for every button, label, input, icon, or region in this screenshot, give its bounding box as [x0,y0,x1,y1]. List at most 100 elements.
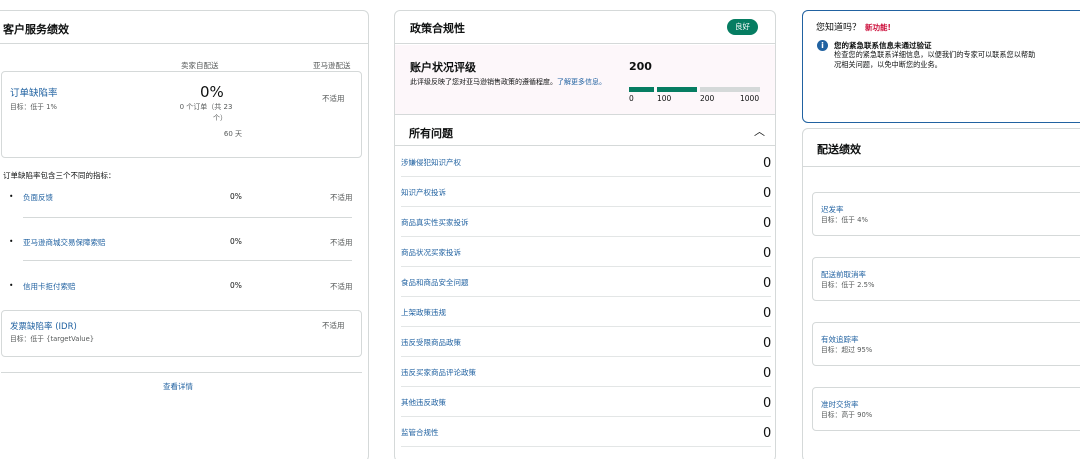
customer-service-title: 客户服务绩效 [0,11,368,44]
col-header-seller: 卖家自配送 [181,61,219,70]
issue-count: 0 [763,216,772,231]
odr-subcard: 订单缺陷率 目标：低于 1% 0% 0 个订单（共 23 个） 60 天 不适用 [1,71,362,158]
issue-link[interactable]: 涉嫌侵犯知识产权 [401,157,461,168]
issue-row: 食品和商品安全问题 0 [401,267,771,297]
shipping-metric-target: 目标：低于 2.5% [821,281,875,289]
ahr-tick-label: 1000 [740,94,760,103]
status-badge: 良好 [727,19,758,35]
idr-amazon: 不适用 [322,321,345,330]
metric-link[interactable]: 负面反馈 [23,192,53,203]
all-issues-header[interactable]: 所有问题 ︿ [395,116,775,146]
issue-count: 0 [763,156,772,171]
policy-title: 政策合规性 [410,22,465,35]
metric-value: 0% [230,192,242,201]
issue-row: 涉嫌侵犯知识产权 0 [401,147,771,177]
odr-days: 60 天 [223,130,242,138]
bullet: • [9,281,14,290]
metric-amazon: 不适用 [330,238,353,247]
ahr-desc-text: 此评级反映了您对亚马逊销售政策的遵循程度。 [410,78,557,86]
ahr-tick-label: 100 [657,94,672,103]
metric-row-chargeback: • 信用卡拒付索赔 0% 不适用 [3,281,353,301]
odr-orders-line2: 个） [213,114,227,122]
metric-row-az-claims: • 亚马逊商城交易保障索赔 0% 不适用 [3,237,353,257]
odr-link[interactable]: 订单缺陷率 [10,85,58,99]
issue-link[interactable]: 商品真实性买家投诉 [401,217,469,228]
shipping-metric-target: 目标：低于 4% [821,216,868,224]
did-you-know-text: 您知道吗？ [816,23,862,33]
notice-body: 检查您的紧急联系详细信息，以便我们的专家可以联系您以帮助 况相关问题，以免中断您… [834,50,1080,70]
issue-count: 0 [763,336,772,351]
notice-body-line: 检查您的紧急联系详细信息，以便我们的专家可以联系您以帮助 [834,50,1036,59]
account-health-rating: 账户状况评级 此评级反映了您对亚马逊销售政策的遵循程度。了解更多信息。 200 [395,45,775,115]
issue-count: 0 [763,396,772,411]
bullet: • [9,192,14,201]
issue-link[interactable]: 其他违反政策 [401,397,446,408]
odr-amazon: 不适用 [322,94,345,103]
issue-count: 0 [763,426,772,441]
idr-subcard: 发票缺陷率 (IDR) 目标：低于 {targetValue} 不适用 [1,310,362,357]
shipping-metric-late-dispatch: 迟发率 目标：低于 4% [812,192,1080,236]
ahr-learn-more-link[interactable]: 了解更多信息。 [557,78,606,86]
ahr-title: 账户状况评级 [410,61,476,74]
issue-row: 违反买家商品评论政策 0 [401,357,771,387]
ahr-tick-label: 200 [700,94,715,103]
notice-body-line: 况相关问题，以免中断您的业务。 [834,60,942,69]
ahr-bar-segment [657,87,697,92]
odr-intro: 订单缺陷率包含三个不同的指标： [3,171,116,180]
ahr-score: 200 [629,60,652,73]
did-you-know-title: 您知道吗？ 新功能! [816,20,891,33]
divider [1,372,362,373]
issue-count: 0 [763,366,772,381]
metric-link[interactable]: 亚马逊商城交易保障索赔 [23,237,106,248]
metric-row-negative-feedback: • 负面反馈 0% 不适用 [3,192,353,212]
issue-count: 0 [763,186,772,201]
divider [23,260,352,261]
issue-row: 监管合规性 0 [401,417,771,447]
issue-row: 商品状况买家投诉 0 [401,237,771,267]
metric-amazon: 不适用 [330,282,353,291]
odr-target: 目标：低于 1% [10,103,57,111]
policy-header: 政策合规性 良好 [395,11,775,44]
policy-compliance-card: 政策合规性 良好 账户状况评级 此评级反映了您对亚马逊销售政策的遵循程度。了解更… [394,10,776,459]
issue-count: 0 [763,276,772,291]
odr-orders-line1: 0 个订单（共 23 [179,103,233,111]
chevron-up-icon[interactable]: ︿ [754,123,765,139]
issue-link[interactable]: 上架政策违规 [401,307,446,318]
shipping-metric-target: 目标：超过 95% [821,346,873,354]
all-issues-title: 所有问题 [409,127,453,140]
issue-row: 上架政策违规 0 [401,297,771,327]
info-icon: i [817,40,828,51]
metric-value: 0% [230,281,242,290]
issue-link[interactable]: 违反受限商品政策 [401,337,461,348]
shipping-metric-target: 目标：高于 90% [821,411,873,419]
issue-row: 其他违反政策 0 [401,387,771,417]
col-header-amazon: 亚马逊配送 [313,61,351,70]
shipping-title: 配送绩效 [803,129,1080,167]
new-feature-badge: 新功能! [865,23,891,32]
customer-service-card: 客户服务绩效 卖家自配送 亚马逊配送 订单缺陷率 目标：低于 1% 0% 0 个… [0,10,369,459]
issue-link[interactable]: 监管合规性 [401,427,439,438]
metric-link[interactable]: 信用卡拒付索赔 [23,281,76,292]
issue-row: 知识产权投诉 0 [401,177,771,207]
metric-amazon: 不适用 [330,193,353,202]
issue-link[interactable]: 食品和商品安全问题 [401,277,469,288]
ahr-bar-segment [629,87,654,92]
idr-link[interactable]: 发票缺陷率 (IDR) [10,320,77,332]
view-details-link[interactable]: 查看详情 [163,381,193,392]
metric-value: 0% [230,237,242,246]
shipping-metric-pre-cancel: 配送前取消率 目标：低于 2.5% [812,257,1080,301]
issue-link[interactable]: 商品状况买家投诉 [401,247,461,258]
shipping-metric-valid-tracking: 有效追踪率 目标：超过 95% [812,322,1080,366]
issue-row: 违反受限商品政策 0 [401,327,771,357]
odr-value: 0% [200,83,224,101]
ahr-description: 此评级反映了您对亚马逊销售政策的遵循程度。了解更多信息。 [410,76,620,88]
shipping-metric-on-time: 准时交货率 目标：高于 90% [812,387,1080,431]
ahr-tick-label: 0 [629,94,634,103]
bullet: • [9,237,14,246]
did-you-know-card: 您知道吗？ 新功能! i 您的紧急联系信息未通过验证 检查您的紧急联系详细信息，以… [802,10,1080,123]
issue-count: 0 [763,246,772,261]
issue-count: 0 [763,306,772,321]
shipping-performance-card: 配送绩效 迟发率 目标：低于 4% 配送前取消率 目标：低于 2.5% 有效追踪率目… [802,128,1080,459]
issue-link[interactable]: 知识产权投诉 [401,187,446,198]
issue-link[interactable]: 违反买家商品评论政策 [401,367,476,378]
